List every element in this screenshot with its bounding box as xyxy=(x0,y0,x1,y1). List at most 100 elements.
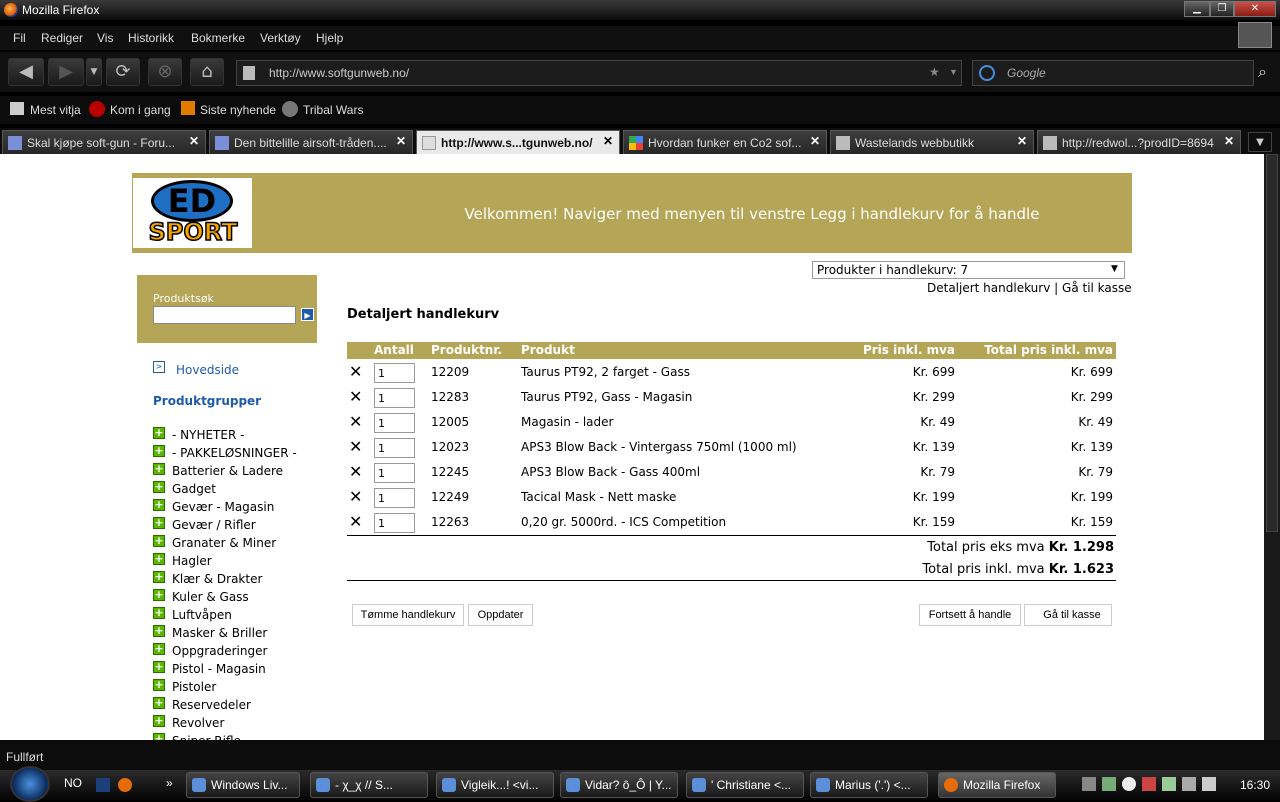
tray-icon[interactable] xyxy=(1122,777,1136,791)
remove-item-icon[interactable]: ✕ xyxy=(349,462,362,481)
quantity-input[interactable]: 1 xyxy=(374,363,415,383)
quantity-input[interactable]: 1 xyxy=(374,513,415,533)
language-indicator[interactable]: NO xyxy=(64,776,82,790)
forward-arrow-icon[interactable]: ▶ xyxy=(48,58,84,86)
stop-icon[interactable]: ⊗ xyxy=(148,58,182,86)
checkout-button[interactable]: Gå til kasse xyxy=(1024,604,1112,626)
close-button[interactable]: ✕ xyxy=(1234,1,1276,17)
search-icon[interactable]: ⌕ xyxy=(1258,62,1267,82)
category-link[interactable]: Kuler & Gass xyxy=(172,590,249,604)
close-tab-icon[interactable]: ✕ xyxy=(601,134,615,148)
minimize-button[interactable]: ▁ xyxy=(1184,1,1210,17)
plus-icon[interactable]: + xyxy=(153,517,165,529)
menu-edit[interactable]: Rediger xyxy=(41,31,83,45)
list-all-tabs-icon[interactable]: ▼ xyxy=(1248,132,1272,152)
remove-item-icon[interactable]: ✕ xyxy=(349,512,362,531)
bookmark-latest-news[interactable]: Siste nyhende xyxy=(200,103,276,117)
category-link[interactable]: Revolver xyxy=(172,716,224,730)
quantity-input[interactable]: 1 xyxy=(374,463,415,483)
quantity-input[interactable]: 1 xyxy=(374,488,415,508)
plus-icon[interactable]: + xyxy=(153,445,165,457)
close-tab-icon[interactable]: ✕ xyxy=(808,134,822,148)
plus-icon[interactable]: + xyxy=(153,499,165,511)
plus-icon[interactable]: + xyxy=(153,697,165,709)
remove-item-icon[interactable]: ✕ xyxy=(349,412,362,431)
plus-icon[interactable]: + xyxy=(153,553,165,565)
tab-3-active[interactable]: http://www.s...tgunweb.no/ ✕ xyxy=(416,130,620,154)
quantity-input[interactable]: 1 xyxy=(374,438,415,458)
bookmark-most-visited[interactable]: Mest vitja xyxy=(30,103,81,117)
home-link[interactable]: Hovedside xyxy=(176,363,239,377)
detailed-cart-link[interactable]: Detaljert handlekurv xyxy=(927,281,1050,295)
category-link[interactable]: - PAKKELØSNINGER - xyxy=(172,446,297,460)
category-link[interactable]: Gadget xyxy=(172,482,216,496)
plus-icon[interactable]: + xyxy=(153,661,165,673)
category-link[interactable]: Masker & Briller xyxy=(172,626,267,640)
maximize-button[interactable]: ❐ xyxy=(1210,1,1234,17)
task-item[interactable]: ' Christiane <... xyxy=(686,772,804,798)
photoshop-icon[interactable] xyxy=(96,778,110,792)
category-link[interactable]: Luftvåpen xyxy=(172,608,232,622)
tab-5[interactable]: Wastelands webbutikk ✕ xyxy=(830,130,1034,154)
category-link[interactable]: Gevær - Magasin xyxy=(172,500,274,514)
checkout-link[interactable]: Gå til kasse xyxy=(1062,281,1132,295)
task-item[interactable]: - χ_χ // S... xyxy=(310,772,428,798)
quantity-input[interactable]: 1 xyxy=(374,388,415,408)
tray-icon[interactable] xyxy=(1082,777,1096,791)
remove-item-icon[interactable]: ✕ xyxy=(349,437,362,456)
category-link[interactable]: Gevær / Rifler xyxy=(172,518,256,532)
plus-icon[interactable]: + xyxy=(153,427,165,439)
home-icon[interactable]: ⌂ xyxy=(190,58,224,86)
search-input[interactable]: Google xyxy=(972,60,1254,86)
category-link[interactable]: Batterier & Ladere xyxy=(172,464,283,478)
plus-icon[interactable]: + xyxy=(153,481,165,493)
plus-icon[interactable]: + xyxy=(153,625,165,637)
tab-2[interactable]: Den bittelille airsoft-tråden.... ✕ xyxy=(209,130,413,154)
remove-item-icon[interactable]: ✕ xyxy=(349,487,362,506)
bookmark-getting-started[interactable]: Kom i gang xyxy=(110,103,171,117)
search-submit-icon[interactable]: ▶ xyxy=(301,308,314,321)
continue-shopping-button[interactable]: Fortsett å handle xyxy=(919,604,1021,626)
cart-select[interactable]: Produkter i handlekurv: 7 ▼ xyxy=(812,261,1125,279)
start-button[interactable] xyxy=(10,766,50,802)
task-item[interactable]: Marius ('.') <... xyxy=(810,772,928,798)
menu-help[interactable]: Hjelp xyxy=(316,31,343,45)
tab-1[interactable]: Skal kjøpe soft-gun - Foru... ✕ xyxy=(2,130,206,154)
plus-icon[interactable]: + xyxy=(153,535,165,547)
tray-icon[interactable] xyxy=(1102,777,1116,791)
task-item[interactable]: Vigleik...! <vi... xyxy=(436,772,554,798)
plus-icon[interactable]: + xyxy=(153,571,165,583)
scrollbar-thumb[interactable] xyxy=(1266,154,1278,532)
plus-icon[interactable]: + xyxy=(153,589,165,601)
clock[interactable]: 16:30 xyxy=(1240,778,1270,792)
tab-4[interactable]: Hvordan funker en Co2 sof... ✕ xyxy=(623,130,827,154)
category-link[interactable]: - NYHETER - xyxy=(172,428,244,442)
category-link[interactable]: Granater & Miner xyxy=(172,536,276,550)
scrollbar[interactable] xyxy=(1264,154,1280,740)
site-logo[interactable]: ED SPORT xyxy=(133,178,252,248)
history-dropdown-icon[interactable]: ▼ xyxy=(86,58,102,86)
bookmark-tribal-wars[interactable]: Tribal Wars xyxy=(303,103,363,117)
update-button[interactable]: Oppdater xyxy=(468,604,533,626)
empty-cart-button[interactable]: Tømme handlekurv xyxy=(352,604,464,626)
product-search-input[interactable] xyxy=(153,306,296,324)
tray-icon[interactable] xyxy=(1162,777,1176,791)
category-link[interactable]: Pistoler xyxy=(172,680,216,694)
category-link[interactable]: Klær & Drakter xyxy=(172,572,262,586)
category-link[interactable]: Hagler xyxy=(172,554,212,568)
category-link[interactable]: Oppgraderinger xyxy=(172,644,267,658)
back-arrow-icon[interactable]: ◀ xyxy=(8,58,44,86)
close-tab-icon[interactable]: ✕ xyxy=(1015,134,1029,148)
reload-icon[interactable]: ⟳ xyxy=(106,58,140,86)
task-item[interactable]: Vidar? ô_Ô | Y... xyxy=(560,772,678,798)
menu-bookmarks[interactable]: Bokmerke xyxy=(191,31,245,45)
menu-tools[interactable]: Verktøy xyxy=(260,31,301,45)
plus-icon[interactable]: + xyxy=(153,607,165,619)
tab-6[interactable]: http://redwol...?prodID=8694 ✕ xyxy=(1037,130,1241,154)
plus-icon[interactable]: + xyxy=(153,733,165,740)
task-item[interactable]: Windows Liv... xyxy=(186,772,300,798)
remove-item-icon[interactable]: ✕ xyxy=(349,387,362,406)
close-tab-icon[interactable]: ✕ xyxy=(187,134,201,148)
menu-history[interactable]: Historikk xyxy=(128,31,174,45)
menu-file[interactable]: Fil xyxy=(13,31,26,45)
